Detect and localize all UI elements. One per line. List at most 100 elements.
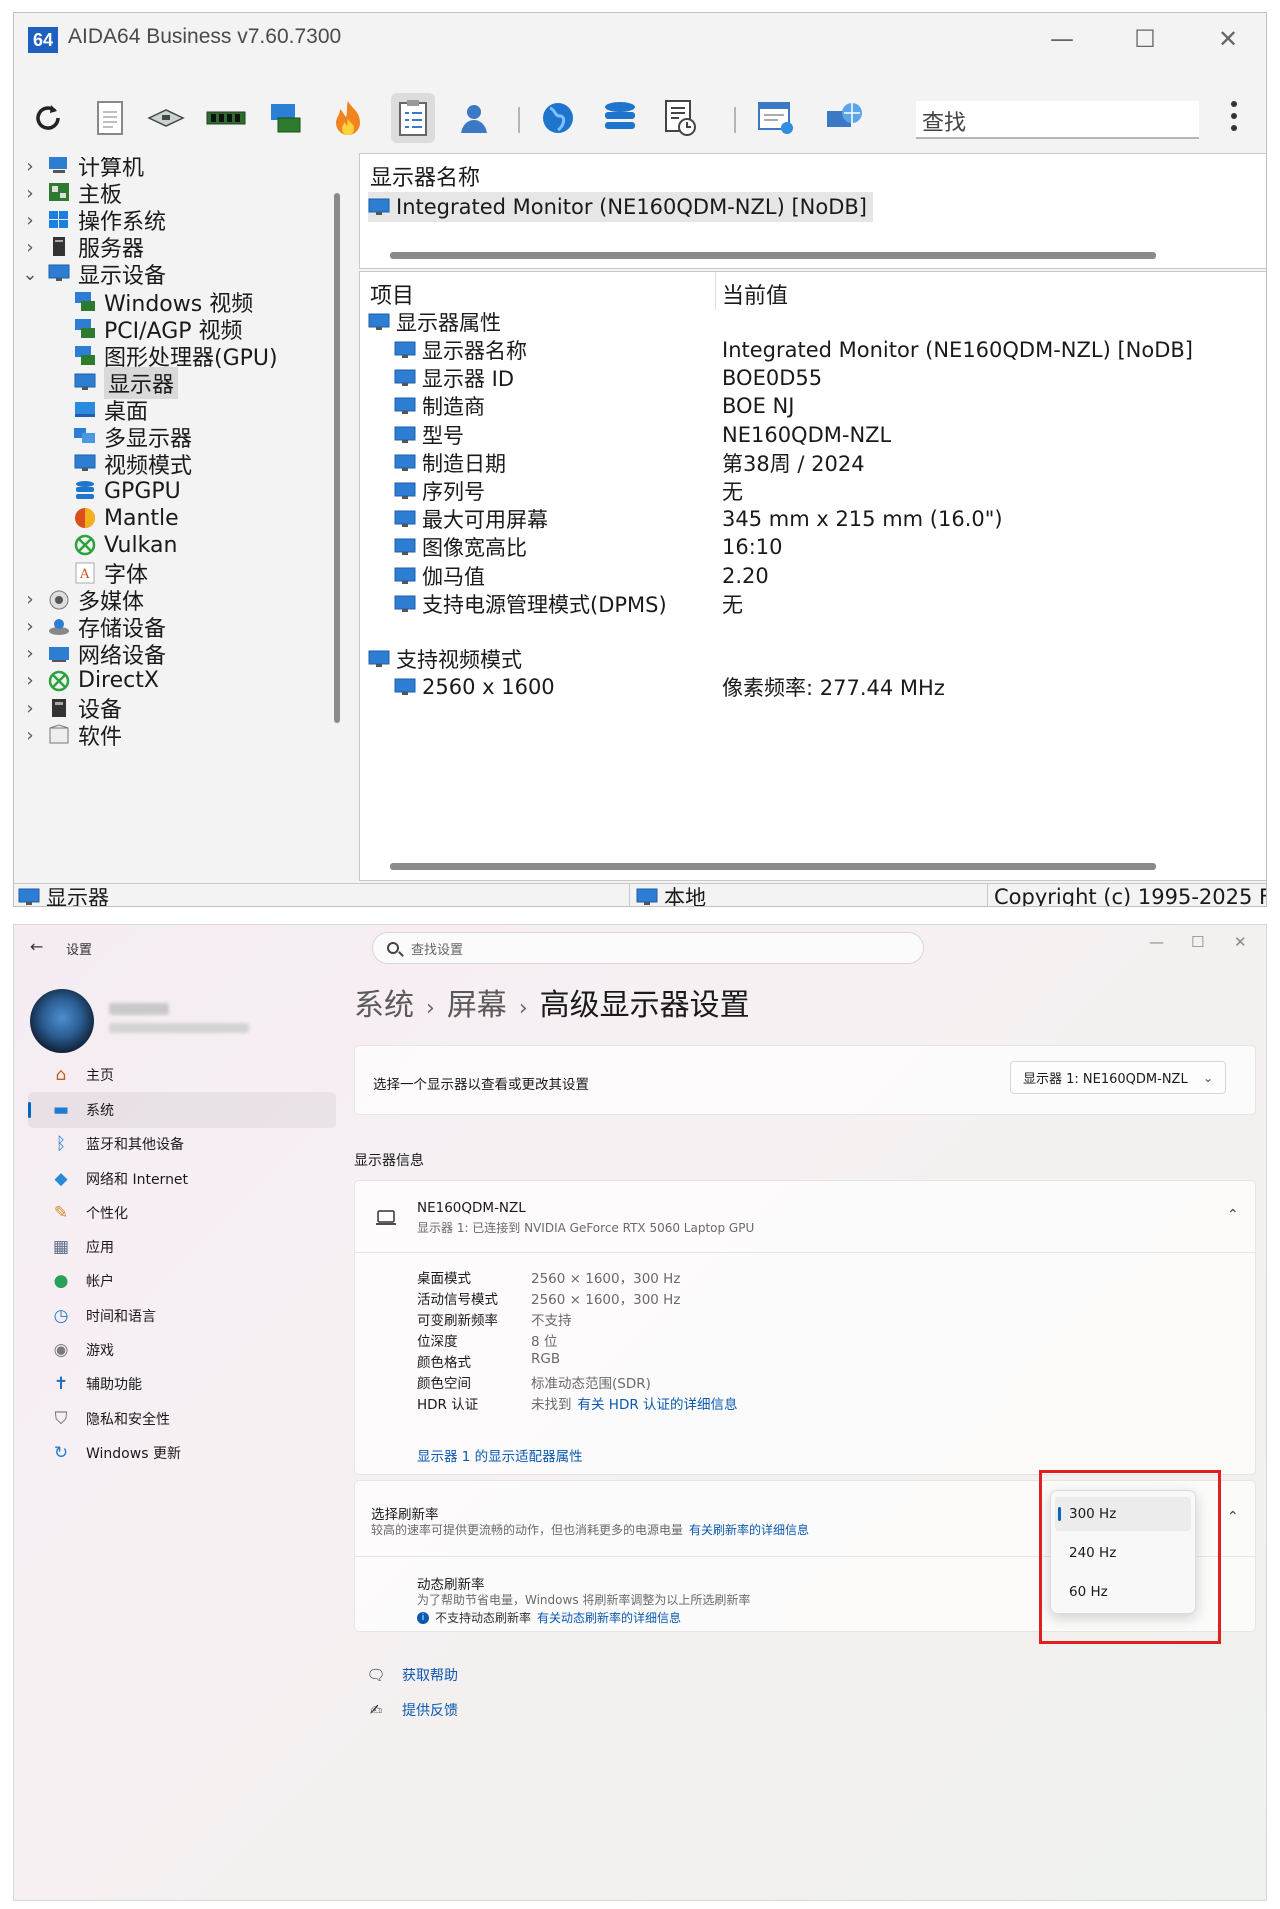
database-icon[interactable] xyxy=(598,93,642,143)
minimize-button[interactable]: — xyxy=(1149,933,1164,951)
hardware-monitor-icon[interactable] xyxy=(264,93,308,143)
chevron-right-icon[interactable]: › xyxy=(20,157,40,177)
column-header-item[interactable]: 项目 xyxy=(370,278,414,310)
tree-item[interactable]: › 网络设备 xyxy=(20,639,166,669)
chevron-up-icon[interactable]: ⌃ xyxy=(1227,1509,1239,1525)
property-row[interactable]: 制造日期 xyxy=(394,449,506,477)
get-help-link[interactable]: 🗨 获取帮助 xyxy=(366,1665,458,1685)
chevron-up-icon[interactable]: ⌃ xyxy=(1227,1207,1239,1223)
more-options-icon[interactable] xyxy=(1224,97,1244,141)
sidebar-item[interactable]: ▦ 应用 xyxy=(28,1229,336,1265)
chevron-right-icon[interactable]: › xyxy=(20,725,40,746)
window-refresh-icon[interactable] xyxy=(754,93,798,143)
refresh-icon[interactable] xyxy=(26,93,70,143)
back-button[interactable]: ← xyxy=(30,937,43,956)
monitor-card-icon xyxy=(72,317,100,341)
sidebar-item[interactable]: ᛒ 蓝牙和其他设备 xyxy=(28,1126,336,1162)
dynamic-refresh-link[interactable]: 有关动态刷新率的详细信息 xyxy=(537,1609,681,1626)
property-row-value: 无 xyxy=(722,592,743,617)
info-value: 8 位 xyxy=(531,1330,557,1350)
close-button[interactable]: ✕ xyxy=(1234,933,1247,951)
cpu-icon[interactable] xyxy=(144,93,188,143)
maximize-button[interactable]: ☐ xyxy=(1191,933,1204,951)
chevron-right-icon[interactable]: › xyxy=(20,616,40,637)
tree-scrollbar[interactable] xyxy=(334,193,340,723)
chevron-right-icon[interactable]: › xyxy=(20,670,40,691)
tree-item-label: GPGPU xyxy=(104,478,181,504)
group-video-modes[interactable]: 支持视频模式 xyxy=(368,645,522,673)
video-mode-row[interactable]: 2560 x 1600 xyxy=(394,673,555,701)
group-display-properties[interactable]: 显示器属性 xyxy=(368,308,501,336)
breadcrumb-display[interactable]: 屏幕 xyxy=(447,988,507,1023)
info-value-text: 不支持 xyxy=(531,1313,572,1329)
chevron-right-icon[interactable]: › xyxy=(20,698,40,719)
system-report-icon[interactable] xyxy=(391,93,435,143)
breadcrumb-system[interactable]: 系统 xyxy=(354,988,414,1023)
sidebar-item[interactable]: ◷ 时间和语言 xyxy=(28,1298,336,1334)
chevron-right-icon[interactable]: › xyxy=(20,643,40,664)
tree-item[interactable]: GPGPU xyxy=(72,476,181,506)
monitor-header[interactable] xyxy=(355,1181,1255,1253)
sidebar-item[interactable]: ◉ 游戏 xyxy=(28,1332,336,1368)
main-hscrollbar[interactable] xyxy=(390,863,1156,870)
property-row[interactable]: 图像宽高比 xyxy=(394,533,527,561)
sidebar-item[interactable]: ⛉ 隐私和安全性 xyxy=(28,1401,336,1437)
avatar[interactable] xyxy=(30,989,94,1053)
monitor-name: NE160QDM-NZL xyxy=(417,1200,526,1216)
property-row[interactable]: 显示器名称 xyxy=(394,336,527,364)
chevron-down-icon: ⌄ xyxy=(1202,1070,1213,1085)
sidebar-item[interactable]: ↻ Windows 更新 xyxy=(28,1435,336,1471)
search-input[interactable]: 查找设置 xyxy=(372,932,924,964)
sidebar-item[interactable]: ● 帐户 xyxy=(28,1263,336,1299)
property-row[interactable]: 制造商 xyxy=(394,392,485,420)
tree-item[interactable]: Mantle xyxy=(72,503,179,533)
top-hscrollbar[interactable] xyxy=(390,252,1156,259)
user-icon[interactable] xyxy=(452,93,496,143)
refresh-rate-title: 选择刷新率 xyxy=(371,1507,439,1523)
chevron-right-icon[interactable]: › xyxy=(20,237,40,258)
property-row-value: 2.20 xyxy=(722,563,769,588)
tree-item[interactable]: 视频模式 xyxy=(72,449,192,479)
chevron-right-icon[interactable]: › xyxy=(20,589,40,610)
monitor-icon xyxy=(394,538,416,556)
chevron-right-icon[interactable]: › xyxy=(20,210,40,231)
property-row[interactable]: 序列号 xyxy=(394,477,485,505)
memory-icon[interactable] xyxy=(204,93,248,143)
hdr-cert-link[interactable]: 有关 HDR 认证的详细信息 xyxy=(578,1397,738,1413)
minimize-button[interactable]: — xyxy=(1042,23,1082,55)
property-row[interactable]: 最大可用屏幕 xyxy=(394,505,548,533)
sidebar-item[interactable]: ✎ 个性化 xyxy=(28,1195,336,1231)
tree-item[interactable]: › 软件 xyxy=(20,720,122,750)
globe-icon[interactable] xyxy=(536,93,580,143)
property-row[interactable]: 支持电源管理模式(DPMS) xyxy=(394,590,667,618)
toolbar-separator xyxy=(518,107,520,133)
sidebar-item[interactable]: ▬ 系统 xyxy=(28,1092,336,1128)
monitor-list-item[interactable]: Integrated Monitor (NE160QDM-NZL) [NoDB] xyxy=(368,192,873,222)
maximize-button[interactable]: ☐ xyxy=(1125,23,1165,55)
report-icon[interactable] xyxy=(88,93,132,143)
search-input[interactable]: 查找 xyxy=(916,101,1199,139)
network-update-icon[interactable] xyxy=(822,93,866,143)
display-info-card: NE160QDM-NZL 显示器 1: 已连接到 NVIDIA GeForce … xyxy=(354,1180,1256,1475)
scheduler-icon[interactable] xyxy=(658,93,702,143)
chevron-right-icon[interactable]: › xyxy=(20,183,40,204)
sidebar-item-label: 个性化 xyxy=(86,1206,128,1222)
sidebar-item[interactable]: ✝ 辅助功能 xyxy=(28,1366,336,1402)
display-info-title: 显示器信息 xyxy=(354,1153,424,1169)
property-row[interactable]: 伽马值 xyxy=(394,562,485,590)
property-row-label: 图像宽高比 xyxy=(422,536,527,561)
refresh-rate-link[interactable]: 有关刷新率的详细信息 xyxy=(689,1523,809,1537)
property-row-value: 16:10 xyxy=(722,535,783,560)
property-row[interactable]: 显示器 ID xyxy=(394,364,514,392)
property-row[interactable]: 型号 xyxy=(394,421,464,449)
column-header-value[interactable]: 当前值 xyxy=(722,278,788,310)
sidebar-item[interactable]: ⌂ 主页 xyxy=(28,1057,336,1093)
display-select[interactable]: 显示器 1: NE160QDM-NZL ⌄ xyxy=(1010,1061,1226,1094)
sidebar-item[interactable]: ◆ 网络和 Internet xyxy=(28,1161,336,1197)
monitor-card-icon xyxy=(72,344,100,368)
adapter-properties-link[interactable]: 显示器 1 的显示适配器属性 xyxy=(417,1445,583,1465)
feedback-link[interactable]: ✍ 提供反馈 xyxy=(366,1700,458,1720)
close-button[interactable]: ✕ xyxy=(1208,23,1248,55)
chevron-down-icon[interactable]: ⌄ xyxy=(20,264,40,285)
stress-test-icon[interactable] xyxy=(326,93,370,143)
